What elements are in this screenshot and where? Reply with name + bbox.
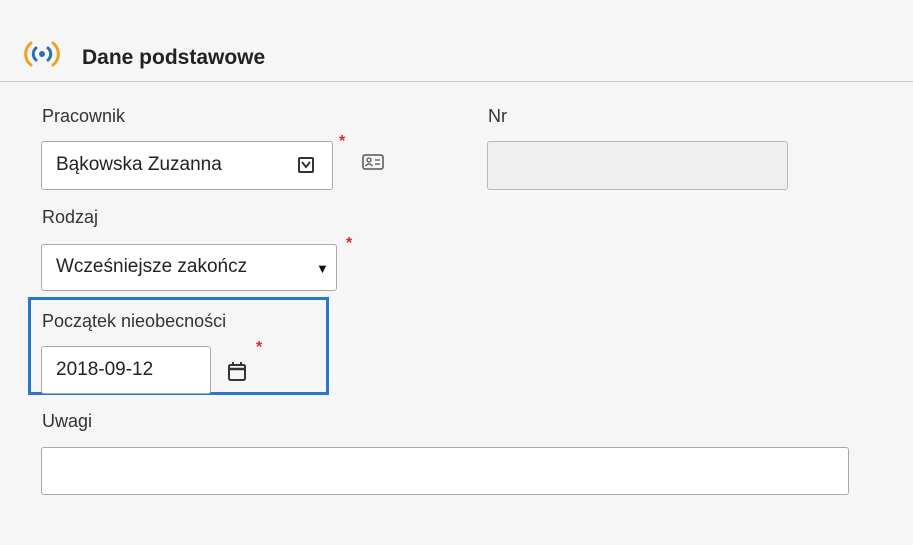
absence-start-value: 2018-09-12 [56, 359, 154, 380]
id-card-icon[interactable] [362, 154, 384, 170]
type-label: Rodzaj [42, 207, 99, 227]
section-header: Dane podstawowe [0, 34, 913, 82]
absence-start-date-input[interactable]: 2018-09-12 [41, 346, 211, 394]
calendar-icon[interactable] [226, 360, 248, 382]
connection-icon [24, 41, 60, 67]
employee-select[interactable]: Bąkowska Zuzanna [41, 141, 333, 190]
chevron-down-icon[interactable] [298, 157, 314, 173]
employee-required-marker: * [339, 133, 346, 150]
type-value: Wcześniejsze zakończ [56, 256, 248, 277]
type-select[interactable]: Wcześniejsze zakończ ▼ [41, 244, 337, 291]
notes-input[interactable] [41, 447, 849, 495]
select-arrow-icon[interactable]: ▼ [314, 261, 329, 276]
notes-label: Uwagi [42, 411, 93, 431]
absence-start-required-marker: * [256, 339, 263, 356]
section-title: Dane podstawowe [82, 46, 266, 69]
number-field [487, 141, 788, 190]
employee-value: Bąkowska Zuzanna [56, 154, 222, 175]
employee-label: Pracownik [42, 106, 126, 126]
absence-start-label: Początek nieobecności [42, 311, 227, 331]
number-label: Nr [488, 106, 507, 126]
type-required-marker: * [346, 235, 353, 252]
